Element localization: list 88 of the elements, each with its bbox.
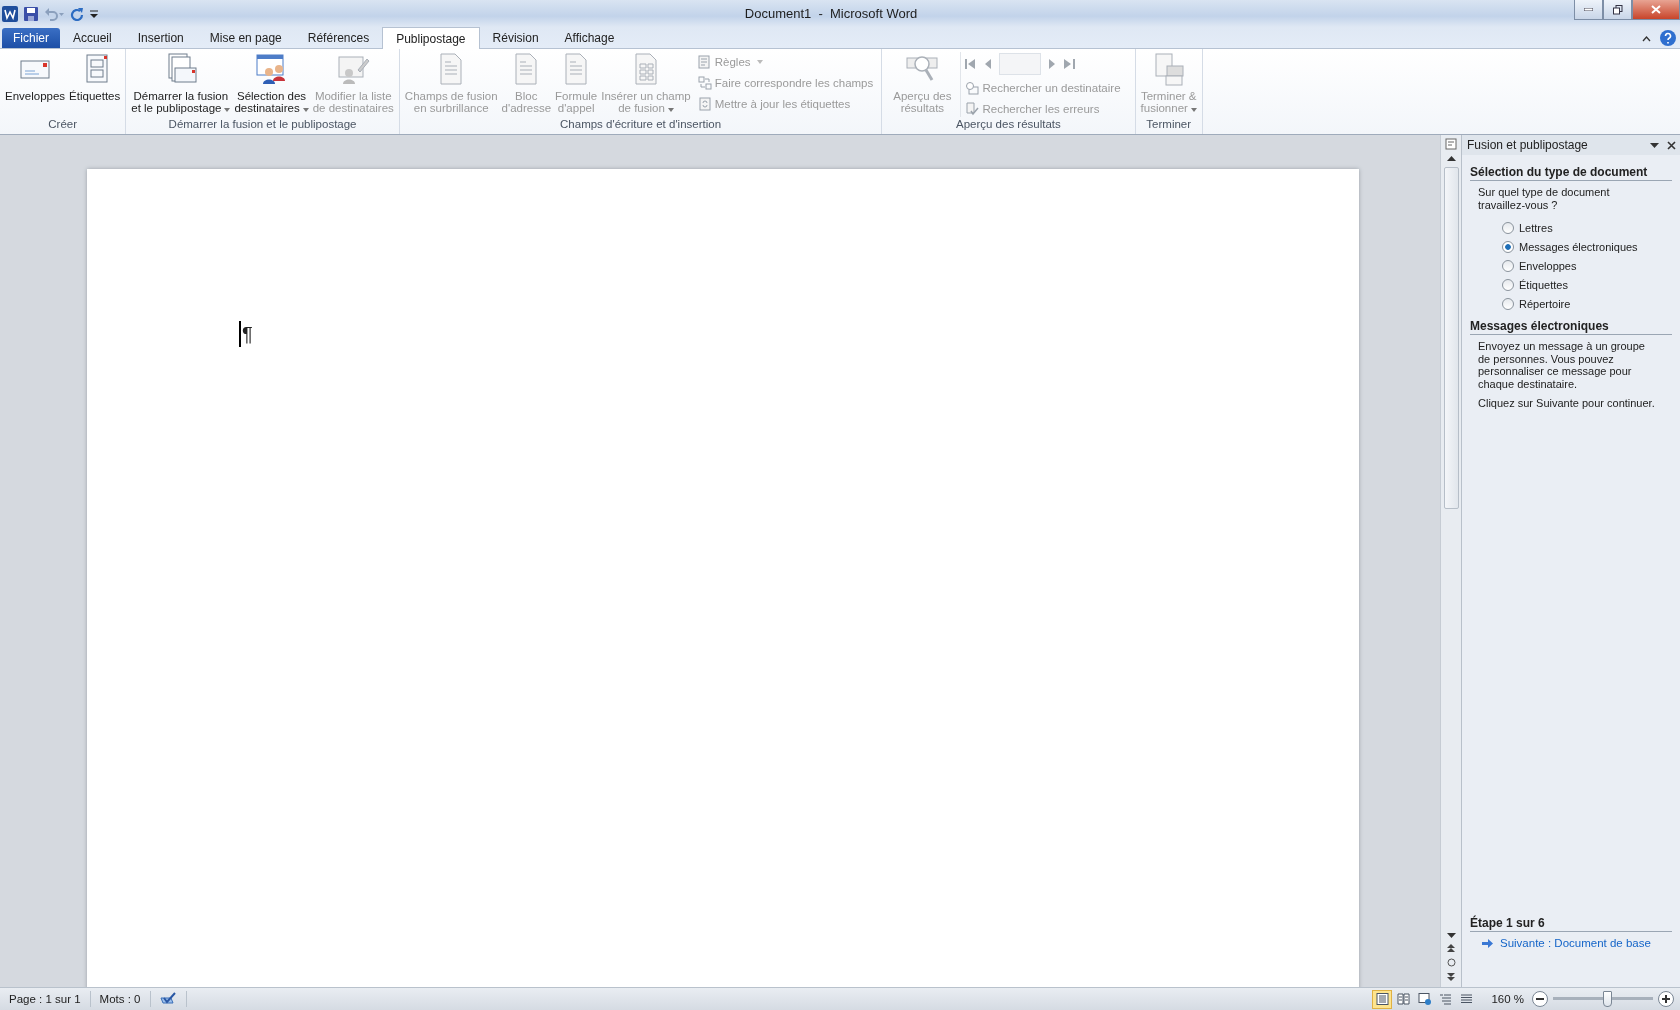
ribbon-button[interactable]: Démarrer la fusion et le publipostage — [130, 52, 232, 114]
radio-option[interactable]: Enveloppes — [1470, 256, 1672, 275]
scroll-down-icon[interactable] — [1446, 933, 1456, 938]
window-title: Document1 - Microsoft Word — [743, 6, 919, 21]
next-step-link[interactable]: Suivante : Document de base — [1500, 937, 1651, 949]
plus-icon — [1662, 995, 1670, 1003]
ribbon-tab[interactable]: Mise en page — [196, 28, 295, 48]
document-check-icon — [965, 101, 980, 116]
customize-toolbar-icon[interactable] — [90, 8, 98, 19]
app-logo-icon[interactable] — [2, 5, 18, 22]
description-text: Envoyez un message à un groupe de personnes. Vous pouvez personnaliser ce message pour chaque destinataire. — [1477, 340, 1646, 390]
browse-object-icon[interactable] — [1446, 958, 1456, 967]
question-text: Sur quel type de document travaillez-vous ? — [1477, 186, 1611, 211]
ribbon-tab[interactable]: Références — [294, 28, 383, 48]
minus-icon — [1536, 998, 1544, 1000]
document-rules-icon — [697, 54, 712, 69]
previous-record-icon[interactable] — [984, 58, 992, 70]
radio-icon[interactable] — [1502, 259, 1514, 272]
pane-title: Fusion et publipostage — [1467, 138, 1588, 152]
group-label: Créer — [47, 118, 78, 132]
caret-icon — [1190, 108, 1197, 112]
step-heading: Étape 1 sur 6 — [1470, 916, 1672, 932]
ruler-toggle-icon[interactable] — [1445, 138, 1457, 150]
ribbon-button[interactable]: Sélection des destinataires — [233, 52, 310, 114]
description-text: Cliquez sur Suivante pour continuer. — [1477, 397, 1656, 410]
ribbon-tab[interactable]: Révision — [479, 28, 552, 48]
page-layout-icon — [1375, 993, 1389, 1005]
view-button[interactable] — [1372, 989, 1393, 1009]
radio-option[interactable]: Répertoire — [1470, 294, 1672, 313]
zoom-level[interactable]: 160 % — [1477, 993, 1532, 1005]
draft-icon — [1459, 993, 1473, 1005]
first-record-icon[interactable] — [965, 58, 977, 70]
magnifier-list-icon — [965, 80, 980, 95]
radio-option[interactable]: Lettres — [1470, 218, 1672, 237]
close-icon — [1651, 5, 1661, 14]
save-icon[interactable] — [24, 6, 38, 21]
close-button[interactable] — [1632, 0, 1680, 20]
caret-icon — [302, 108, 309, 112]
radio-option[interactable]: Messages électroniques — [1470, 237, 1672, 256]
restore-icon — [1612, 4, 1623, 15]
help-icon[interactable] — [1660, 30, 1676, 46]
dropdown-icon[interactable] — [1650, 142, 1659, 148]
collapse-ribbon-icon[interactable] — [1642, 36, 1651, 42]
word-count[interactable]: Mots : 0 — [90, 991, 151, 1007]
close-icon[interactable] — [1667, 140, 1676, 150]
refresh-page-icon — [697, 96, 712, 111]
caret-icon — [667, 108, 674, 112]
ribbon-tab[interactable]: Publipostage — [382, 27, 480, 49]
section-heading: Sélection du type de document — [1470, 165, 1672, 181]
previous-page-icon[interactable] — [1447, 944, 1455, 952]
ribbon-button[interactable]: Étiquettes — [68, 52, 122, 102]
radio-icon[interactable] — [1502, 240, 1514, 253]
group-label: Terminer — [1145, 118, 1193, 132]
radio-icon[interactable] — [1502, 297, 1514, 310]
radio-option[interactable]: Étiquettes — [1470, 275, 1672, 294]
restore-button[interactable] — [1603, 0, 1632, 20]
scrollbar-thumb[interactable] — [1443, 167, 1459, 509]
outline-icon — [1438, 993, 1452, 1005]
slider-thumb[interactable] — [1603, 991, 1612, 1007]
caret-icon — [224, 108, 231, 112]
open-book-icon — [1396, 993, 1410, 1005]
minimize-icon — [1584, 8, 1593, 11]
section-heading: Messages électroniques — [1470, 319, 1672, 335]
scroll-up-icon[interactable] — [1446, 156, 1456, 161]
web-page-icon — [1417, 993, 1431, 1005]
ribbon-tab[interactable]: Insertion — [124, 28, 197, 48]
redo-icon[interactable] — [70, 6, 84, 21]
arrow-right-icon — [1482, 938, 1493, 948]
radio-icon[interactable] — [1502, 278, 1514, 291]
radio-icon[interactable] — [1502, 221, 1514, 234]
next-record-icon[interactable] — [1049, 58, 1057, 70]
ribbon-button[interactable]: Enveloppes — [4, 52, 67, 102]
next-page-icon[interactable] — [1447, 973, 1455, 981]
zoom-out-button[interactable] — [1532, 991, 1548, 1007]
group-label: Aperçu des résultats — [955, 118, 1062, 132]
proofing-check-icon[interactable] — [159, 992, 177, 1006]
group-label: Démarrer la fusion et le publipostage — [167, 118, 358, 132]
ribbon-tab[interactable]: Affichage — [551, 28, 628, 48]
page-count[interactable]: Page : 1 sur 1 — [0, 991, 91, 1007]
file-tab[interactable]: Fichier — [2, 28, 60, 48]
caret-icon — [756, 59, 763, 64]
zoom-in-button[interactable] — [1658, 991, 1674, 1007]
document-page[interactable]: ¶ — [87, 169, 1359, 987]
fields-arrows-icon — [697, 75, 712, 90]
group-label: Champs d'écriture et d'insertion — [559, 118, 723, 132]
paragraph-mark: ¶ — [239, 321, 253, 347]
last-record-icon[interactable] — [1064, 58, 1076, 70]
ribbon-tab[interactable]: Accueil — [60, 28, 125, 48]
